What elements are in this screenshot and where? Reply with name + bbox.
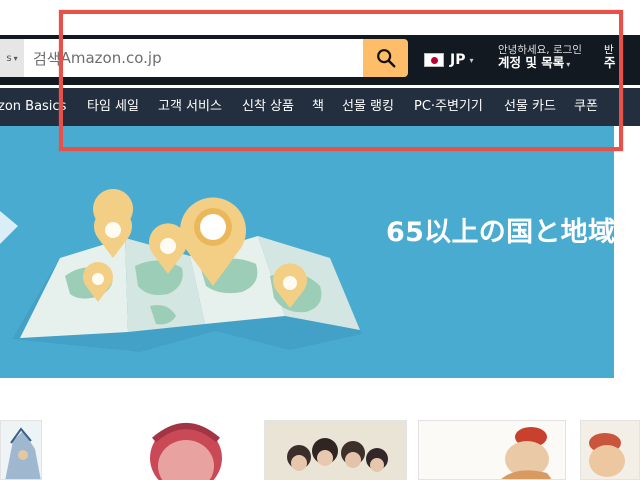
nav-item-new-arrivals[interactable]: 신착 상품	[242, 88, 294, 126]
nav-item-customer-service[interactable]: 고객 서비스	[158, 88, 222, 126]
returns-line2: 주	[604, 55, 616, 71]
search-prefix: 검색	[33, 49, 61, 68]
nav-bar: zon Basics 타임 세일 고객 서비스 신착 상품 책 선물 랭킹 PC…	[0, 88, 640, 126]
nav-item-amazon-basics[interactable]: zon Basics	[0, 88, 66, 126]
chevron-down-icon: ▾	[469, 55, 474, 65]
banner-headline: 65以上の国と地域	[386, 217, 614, 248]
product-thumbnail	[265, 421, 406, 479]
category-select[interactable]: s ▾	[0, 39, 24, 77]
promo-banner[interactable]: 65以上の国と地域	[0, 126, 614, 378]
product-card[interactable]	[128, 420, 240, 480]
world-map-illustration	[0, 189, 362, 352]
returns-orders[interactable]: 반 주	[604, 44, 616, 70]
search-category-label: s	[6, 52, 12, 64]
nav-item-pc-peripherals[interactable]: PC·주변기기	[414, 88, 483, 126]
search-icon	[376, 49, 395, 68]
language-selector[interactable]: JP ▾	[424, 50, 474, 70]
product-thumbnail	[1, 421, 41, 479]
language-code: JP	[450, 52, 466, 68]
product-card[interactable]	[580, 420, 640, 480]
chevron-down-icon: ▾	[566, 60, 571, 70]
search-input[interactable]: 검색 Amazon.co.jp	[24, 39, 364, 77]
account-label: 계정 및 목록	[498, 55, 565, 71]
japan-flag-icon	[424, 53, 444, 67]
page-right-gutter	[614, 126, 640, 378]
product-thumbnail	[128, 420, 240, 480]
nav-item-time-sale[interactable]: 타임 세일	[87, 88, 139, 126]
search-button[interactable]	[363, 39, 408, 77]
page: s ▾ 검색 Amazon.co.jp JP ▾ 안녕하세요, 로그인 계정 및…	[0, 0, 640, 480]
product-card[interactable]	[0, 420, 42, 480]
chevron-down-icon: ▾	[13, 53, 18, 63]
product-thumbnail	[419, 421, 565, 479]
header-bar: s ▾ 검색 Amazon.co.jp JP ▾ 안녕하세요, 로그인 계정 및…	[0, 35, 640, 85]
product-card[interactable]	[418, 420, 566, 480]
nav-item-books[interactable]: 책	[312, 88, 324, 126]
product-thumbnail	[581, 421, 639, 479]
account-menu[interactable]: 안녕하세요, 로그인 계정 및 목록 ▾	[498, 44, 598, 70]
nav-item-gift-ranking[interactable]: 선물 랭킹	[342, 88, 394, 126]
search-placeholder: Amazon.co.jp	[60, 49, 162, 67]
nav-item-coupons[interactable]: 쿠폰	[574, 88, 598, 126]
nav-item-gift-cards[interactable]: 선물 카드	[504, 88, 556, 126]
product-card[interactable]	[264, 420, 407, 480]
